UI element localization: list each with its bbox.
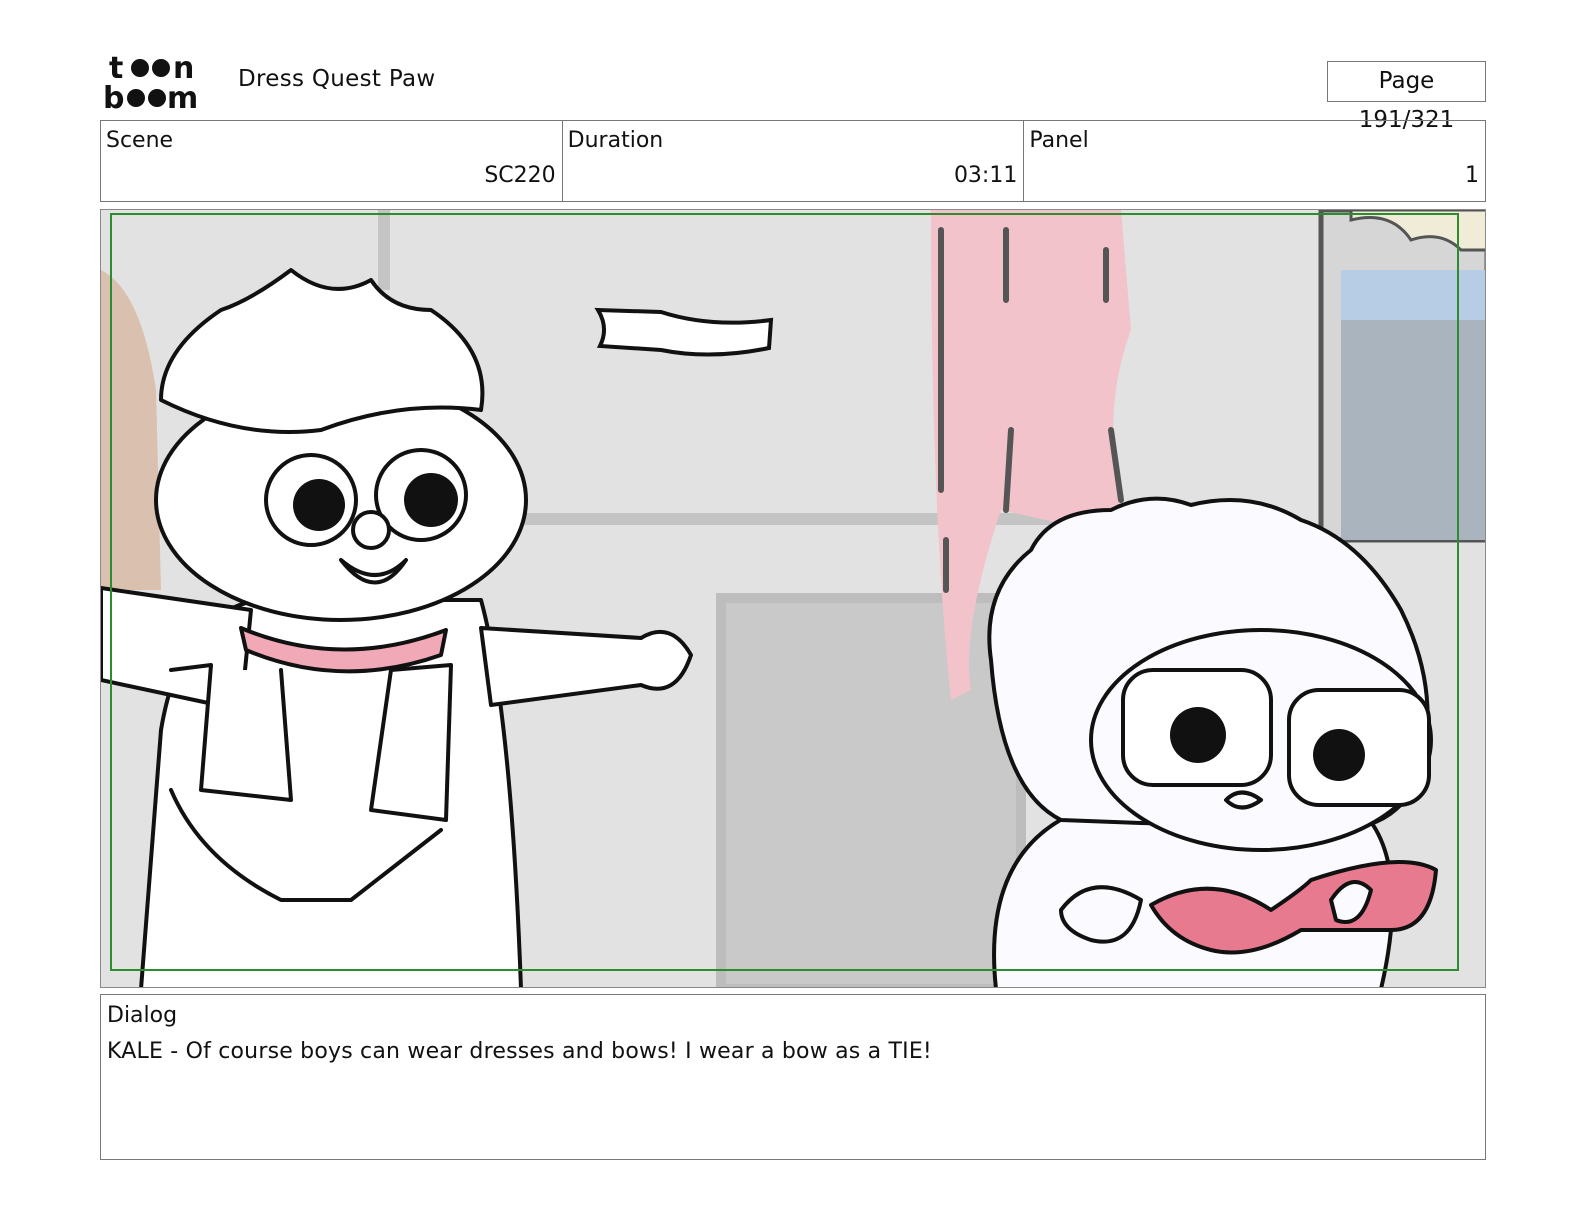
page-indicator: Page 191/321 xyxy=(1327,61,1486,133)
scene-label: Scene xyxy=(106,128,174,153)
duration-label: Duration xyxy=(567,128,664,153)
svg-text:m: m xyxy=(167,81,198,112)
duration-cell: Duration 03:11 xyxy=(563,121,1025,201)
duration-value: 03:11 xyxy=(953,163,1018,188)
panel-cell: Panel 1 xyxy=(1024,121,1485,201)
dialog-text: KALE - Of course boys can wear dresses a… xyxy=(107,1039,932,1064)
toon-boom-logo: t n b m xyxy=(103,50,215,116)
dialog-label: Dialog xyxy=(107,1003,178,1028)
scene-cell: Scene SC220 xyxy=(101,121,563,201)
panel-label: Panel xyxy=(1029,128,1089,153)
project-title: Dress Quest Paw xyxy=(238,66,436,92)
scene-value: SC220 xyxy=(484,163,556,188)
dialog-box: Dialog KALE - Of course boys can wear dr… xyxy=(100,994,1486,1160)
panel-drawing xyxy=(101,210,1485,987)
svg-text:b: b xyxy=(103,81,124,112)
panel-info-row: Scene SC220 Duration 03:11 Panel 1 xyxy=(100,120,1486,202)
panel-value: 1 xyxy=(1465,163,1480,188)
storyboard-panel-image xyxy=(100,209,1486,988)
